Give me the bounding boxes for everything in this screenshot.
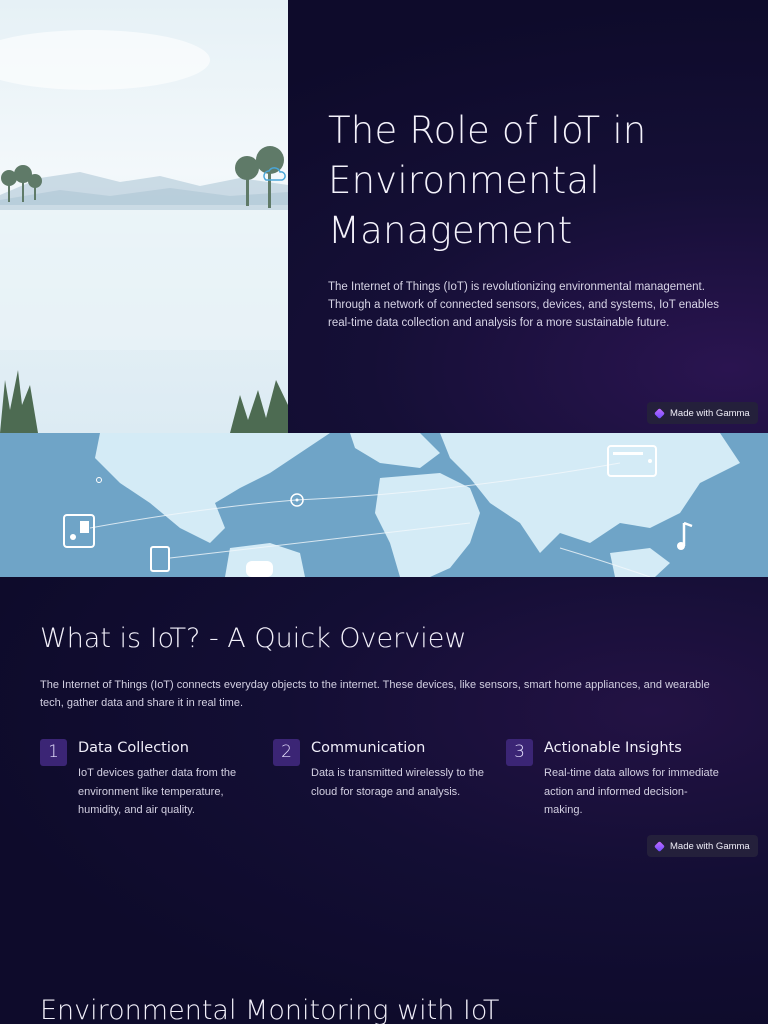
- step-number: 2: [273, 739, 300, 766]
- slide-title: The Role of IoT in Environmental Managem…: [328, 109, 647, 252]
- made-with-gamma-badge[interactable]: Made with Gamma: [647, 835, 758, 857]
- world-map-banner: [0, 433, 768, 577]
- next-slide-title: Environmental Monitoring with IoT: [40, 995, 500, 1024]
- overview-title: What is IoT? - A Quick Overview: [40, 623, 467, 654]
- overview-paragraph: The Internet of Things (IoT) connects ev…: [40, 679, 710, 709]
- card-title: Data Collection: [78, 740, 189, 756]
- badge-label: Made with Gamma: [670, 840, 750, 852]
- card-description: IoT devices gather data from the environ…: [78, 767, 237, 817]
- step-number: 3: [506, 739, 533, 766]
- badge-label: Made with Gamma: [670, 407, 750, 419]
- gamma-logo-icon: [654, 840, 665, 852]
- misty-lake-image: [0, 0, 288, 433]
- made-with-gamma-badge[interactable]: Made with Gamma: [647, 402, 758, 424]
- gamma-logo-icon: [654, 407, 665, 419]
- title-slide: The Role of IoT in Environmental Managem…: [0, 0, 768, 433]
- slide-intro-paragraph: The Internet of Things (IoT) is revoluti…: [328, 281, 719, 329]
- overview-slide: What is IoT? - A Quick Overview The Inte…: [0, 577, 768, 1024]
- step-number: 1: [40, 739, 67, 766]
- card-description: Data is transmitted wirelessly to the cl…: [311, 767, 485, 798]
- card-title: Communication: [311, 740, 426, 756]
- card-title: Actionable Insights: [544, 740, 682, 756]
- card-description: Real-time data allows for immediate acti…: [544, 767, 719, 817]
